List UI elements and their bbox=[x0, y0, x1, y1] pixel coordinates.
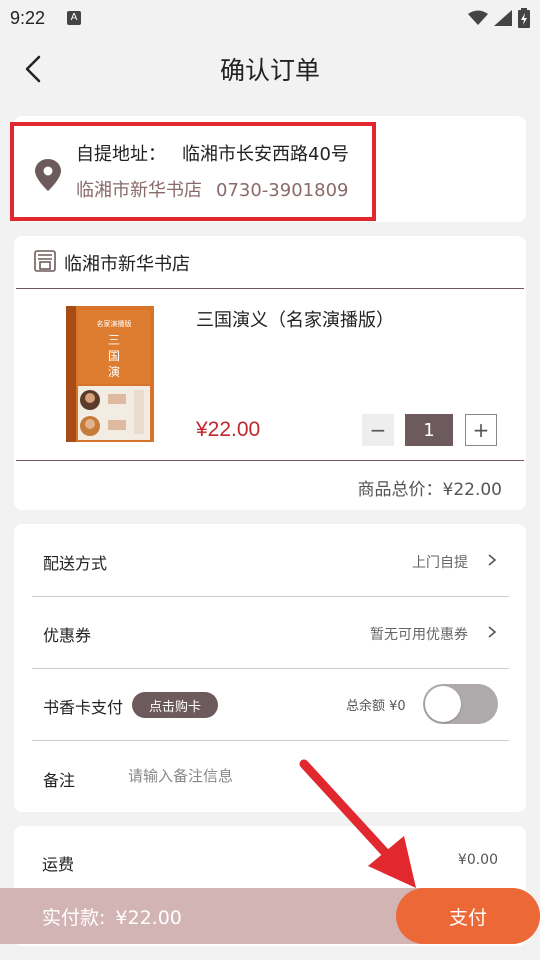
product-price: ¥22.00 bbox=[196, 418, 261, 441]
svg-text:名家演播版: 名家演播版 bbox=[97, 319, 132, 328]
actual-payment-amount: ¥22.00 bbox=[115, 907, 182, 929]
actual-payment: 实付款: ¥22.00 bbox=[42, 903, 182, 930]
remark-label: 备注 bbox=[43, 771, 76, 790]
options-divider bbox=[32, 668, 509, 669]
svg-text:三: 三 bbox=[108, 333, 120, 347]
quantity-increase-button[interactable]: + bbox=[465, 414, 497, 446]
wifi-icon bbox=[468, 10, 488, 25]
delivery-method-value[interactable]: 上门自提 bbox=[412, 552, 468, 572]
quantity-decrease-button[interactable]: − bbox=[362, 414, 394, 446]
store-icon bbox=[34, 250, 56, 272]
card-pay-toggle[interactable] bbox=[423, 684, 498, 724]
store-name: 临湘市新华书店 bbox=[64, 254, 190, 275]
coupon-label[interactable]: 优惠券 bbox=[43, 622, 91, 646]
buy-card-button[interactable]: 点击购卡 bbox=[132, 692, 218, 718]
back-arrow-icon[interactable] bbox=[22, 54, 46, 84]
pay-button[interactable]: 支付 bbox=[396, 888, 540, 944]
store-divider-bottom bbox=[16, 460, 524, 461]
options-divider bbox=[32, 740, 509, 741]
status-bar: 9:22 A bbox=[0, 0, 540, 36]
svg-text:国: 国 bbox=[108, 349, 120, 363]
goods-total-price: 商品总价：¥22.00 bbox=[357, 480, 502, 500]
coupon-chevron-right-icon[interactable] bbox=[485, 625, 499, 639]
store-divider-top bbox=[16, 288, 524, 289]
signal-icon bbox=[494, 10, 512, 26]
red-annotation-arrow-icon bbox=[299, 759, 416, 888]
book-cover-image[interactable]: 名家演播版 三 国 演 bbox=[66, 306, 154, 442]
status-icons bbox=[468, 8, 530, 28]
shipping-fee-label: 运费 bbox=[42, 855, 75, 874]
shipping-fee-value: ¥0.00 bbox=[457, 852, 498, 868]
product-name[interactable]: 三国演义（名家演播版） bbox=[196, 306, 394, 332]
actual-payment-label: 实付款: bbox=[42, 907, 106, 929]
options-divider bbox=[32, 596, 509, 597]
notification-a-icon: A bbox=[67, 11, 82, 25]
card-balance: 总余额 ¥0 bbox=[346, 699, 406, 714]
delivery-chevron-right-icon[interactable] bbox=[485, 553, 499, 567]
status-time: 9:22 bbox=[10, 7, 46, 28]
toggle-knob bbox=[425, 686, 461, 722]
quantity-value[interactable]: 1 bbox=[405, 414, 453, 446]
card-pay-label: 书香卡支付 bbox=[43, 698, 124, 717]
address-highlight-box bbox=[10, 122, 376, 221]
svg-text:演: 演 bbox=[108, 364, 120, 379]
page-title: 确认订单 bbox=[219, 56, 320, 85]
header: 确认订单 bbox=[0, 36, 540, 102]
coupon-value[interactable]: 暂无可用优惠券 bbox=[370, 624, 468, 644]
battery-icon bbox=[518, 8, 530, 28]
delivery-method-label[interactable]: 配送方式 bbox=[43, 550, 107, 574]
